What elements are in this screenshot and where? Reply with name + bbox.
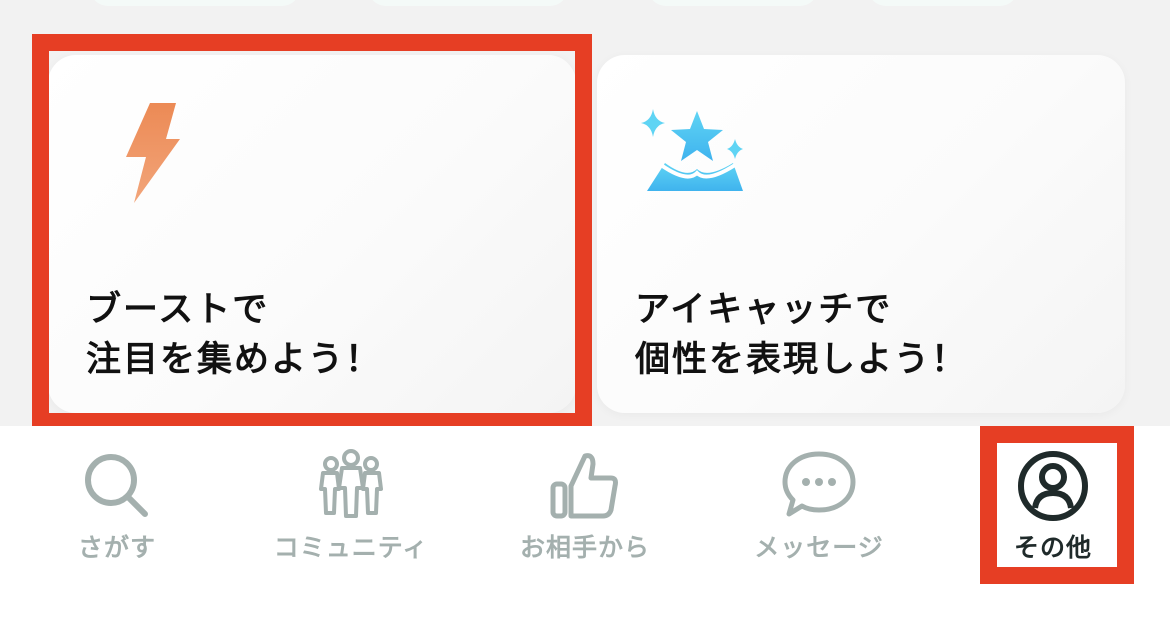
eyecatch-title-line2: 個性を表現しよう！ [635,340,969,380]
eyecatch-title-line1: アイキャッチで [635,290,893,330]
tab-likes[interactable]: お相手から [468,426,702,586]
top-chip[interactable] [90,0,300,6]
community-people-icon [311,446,391,526]
tab-search[interactable]: さがす [0,426,234,586]
highlight-box-other-tab [980,426,1134,584]
chat-bubble-icon [779,446,859,526]
tab-messages-label: メッセージ [754,533,884,562]
tab-community[interactable]: コミュニティ [234,426,468,586]
eyecatch-card[interactable]: アイキャッチで 個性を表現しよう！ [597,55,1125,413]
tab-likes-label: お相手から [519,533,650,562]
top-chip[interactable] [648,0,818,6]
top-chip[interactable] [868,0,1018,6]
tab-search-label: さがす [77,533,156,562]
sparkle-star-icon [637,101,757,221]
eyecatch-card-title: アイキャッチで 個性を表現しよう！ [635,285,968,385]
thumbs-up-icon [545,446,625,526]
highlight-box-boost [32,34,592,430]
top-chip[interactable] [368,0,568,6]
search-icon [77,446,157,526]
tab-messages[interactable]: メッセージ [702,426,936,586]
tab-community-label: コミュニティ [273,533,429,562]
